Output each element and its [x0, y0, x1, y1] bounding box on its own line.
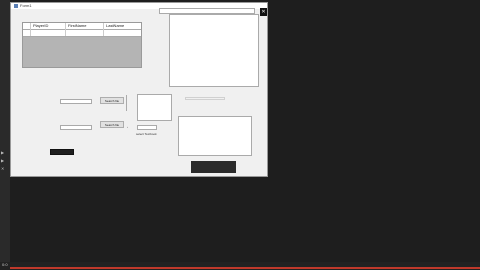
file-path-input-2[interactable]: [60, 125, 92, 130]
arrow-icon[interactable]: ›: [127, 125, 128, 129]
app-icon: [14, 4, 18, 8]
progress-bar: [10, 267, 480, 269]
taskbar-label: 0:0: [2, 262, 8, 267]
search-file-button[interactable]: Search file: [100, 97, 124, 104]
select-textbook-label[interactable]: select Textbook: [136, 132, 157, 136]
column-divider: [65, 23, 66, 36]
column-header[interactable]: LastName: [106, 23, 124, 28]
search-file-button-2[interactable]: Search file: [100, 121, 124, 128]
close-icon[interactable]: ✕: [1, 166, 4, 171]
dark-button[interactable]: [50, 149, 74, 155]
window-close-icon[interactable]: ✕: [260, 8, 267, 16]
column-divider: [30, 23, 31, 36]
dark-action-button[interactable]: [191, 161, 236, 173]
label-box: [185, 97, 225, 100]
separator: [126, 95, 127, 111]
file-path-input[interactable]: [60, 99, 92, 104]
play-icon[interactable]: ▶: [1, 158, 4, 163]
grid-header-row: PlayerID FirstName LastName: [23, 23, 141, 30]
play-icon[interactable]: ▶: [1, 150, 4, 155]
table-row[interactable]: [23, 30, 141, 37]
column-header[interactable]: PlayerID: [33, 23, 48, 28]
picture-panel-small: [137, 94, 172, 121]
app-window: Form1 ✕ PlayerID FirstName LastName Sear…: [10, 2, 268, 177]
column-divider: [103, 23, 104, 36]
textbook-input[interactable]: [137, 125, 157, 130]
left-sidebar-strip: ▶ ▶ ✕: [0, 0, 10, 270]
picture-panel-large: [169, 14, 259, 87]
window-title: Form1: [20, 3, 32, 8]
column-header[interactable]: FirstName: [68, 23, 86, 28]
players-data-grid[interactable]: PlayerID FirstName LastName: [22, 22, 142, 68]
preview-panel: [178, 116, 252, 156]
